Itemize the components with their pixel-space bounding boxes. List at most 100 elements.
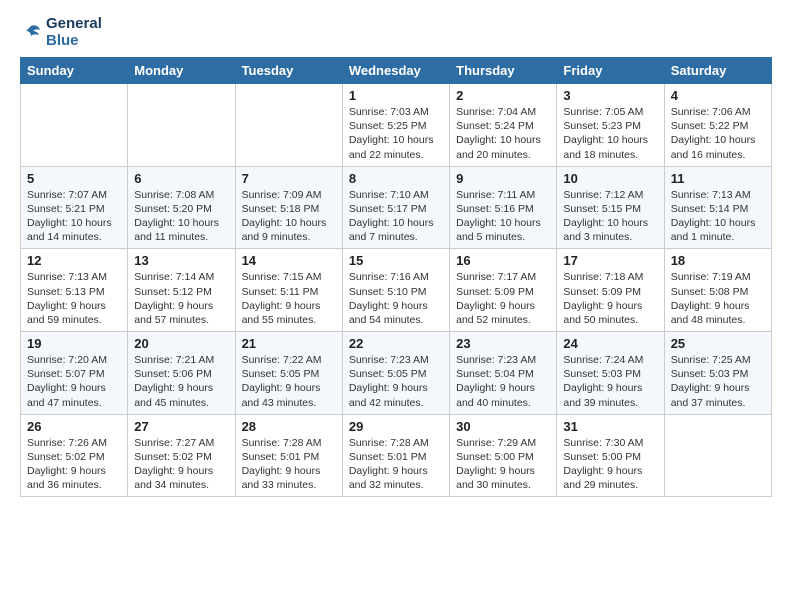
day-number: 3: [563, 88, 657, 103]
calendar-cell: 10 Sunrise: 7:12 AM Sunset: 5:15 PM Dayli…: [557, 166, 664, 249]
day-number: 26: [27, 419, 121, 434]
day-number: 1: [349, 88, 443, 103]
calendar-cell: 2 Sunrise: 7:04 AM Sunset: 5:24 PM Daylig…: [450, 84, 557, 167]
day-info: Sunrise: 7:16 AM Sunset: 5:10 PM Dayligh…: [349, 270, 443, 327]
page-header: General Blue: [20, 16, 772, 49]
calendar-cell: 28 Sunrise: 7:28 AM Sunset: 5:01 PM Dayli…: [235, 414, 342, 497]
calendar-cell: 20Sunrise: 7:21 AM Sunset: 5:06 PM Dayli…: [128, 332, 235, 415]
calendar-cell: [235, 84, 342, 167]
calendar-cell: 31Sunrise: 7:30 AM Sunset: 5:00 PM Dayli…: [557, 414, 664, 497]
calendar-cell: 14 Sunrise: 7:15 AM Sunset: 5:11 PM Dayli…: [235, 249, 342, 332]
day-number: 9: [456, 171, 550, 186]
calendar-cell: 8 Sunrise: 7:10 AM Sunset: 5:17 PM Daylig…: [342, 166, 449, 249]
calendar-week-4: 26 Sunrise: 7:26 AM Sunset: 5:02 PM Dayli…: [21, 414, 772, 497]
day-number: 2: [456, 88, 550, 103]
weekday-header-thursday: Thursday: [450, 58, 557, 84]
day-info: Sunrise: 7:15 AM Sunset: 5:11 PM Dayligh…: [242, 270, 336, 327]
calendar-cell: 13 Sunrise: 7:14 AM Sunset: 5:12 PM Dayli…: [128, 249, 235, 332]
weekday-header-friday: Friday: [557, 58, 664, 84]
day-number: 29: [349, 419, 443, 434]
calendar-cell: 25 Sunrise: 7:25 AM Sunset: 5:03 PM Dayli…: [664, 332, 771, 415]
day-info: Sunrise: 7:29 AM Sunset: 5:00 PM Dayligh…: [456, 436, 550, 493]
calendar-week-0: 1 Sunrise: 7:03 AM Sunset: 5:25 PM Daylig…: [21, 84, 772, 167]
weekday-header-saturday: Saturday: [664, 58, 771, 84]
day-info: Sunrise: 7:10 AM Sunset: 5:17 PM Dayligh…: [349, 188, 443, 245]
calendar-cell: 30 Sunrise: 7:29 AM Sunset: 5:00 PM Dayli…: [450, 414, 557, 497]
day-info: Sunrise: 7:13 AM Sunset: 5:14 PM Dayligh…: [671, 188, 765, 245]
calendar-cell: [128, 84, 235, 167]
day-number: 22: [349, 336, 443, 351]
day-info: Sunrise: 7:28 AM Sunset: 5:01 PM Dayligh…: [242, 436, 336, 493]
day-info: Sunrise: 7:26 AM Sunset: 5:02 PM Dayligh…: [27, 436, 121, 493]
day-info: Sunrise: 7:23 AM Sunset: 5:04 PM Dayligh…: [456, 353, 550, 410]
calendar-cell: 24Sunrise: 7:24 AM Sunset: 5:03 PM Dayli…: [557, 332, 664, 415]
day-info: Sunrise: 7:07 AM Sunset: 5:21 PM Dayligh…: [27, 188, 121, 245]
day-info: Sunrise: 7:17 AM Sunset: 5:09 PM Dayligh…: [456, 270, 550, 327]
calendar-week-3: 19Sunrise: 7:20 AM Sunset: 5:07 PM Dayli…: [21, 332, 772, 415]
weekday-header-wednesday: Wednesday: [342, 58, 449, 84]
day-info: Sunrise: 7:27 AM Sunset: 5:02 PM Dayligh…: [134, 436, 228, 493]
day-info: Sunrise: 7:09 AM Sunset: 5:18 PM Dayligh…: [242, 188, 336, 245]
calendar-cell: 9Sunrise: 7:11 AM Sunset: 5:16 PM Daylig…: [450, 166, 557, 249]
calendar-cell: 17 Sunrise: 7:18 AM Sunset: 5:09 PM Dayli…: [557, 249, 664, 332]
calendar-cell: 6 Sunrise: 7:08 AM Sunset: 5:20 PM Daylig…: [128, 166, 235, 249]
calendar-cell: [21, 84, 128, 167]
day-number: 10: [563, 171, 657, 186]
day-info: Sunrise: 7:03 AM Sunset: 5:25 PM Dayligh…: [349, 105, 443, 162]
calendar-cell: 23Sunrise: 7:23 AM Sunset: 5:04 PM Dayli…: [450, 332, 557, 415]
day-number: 14: [242, 253, 336, 268]
calendar-cell: 26 Sunrise: 7:26 AM Sunset: 5:02 PM Dayli…: [21, 414, 128, 497]
day-number: 8: [349, 171, 443, 186]
day-info: Sunrise: 7:20 AM Sunset: 5:07 PM Dayligh…: [27, 353, 121, 410]
day-number: 12: [27, 253, 121, 268]
calendar-cell: 27 Sunrise: 7:27 AM Sunset: 5:02 PM Dayli…: [128, 414, 235, 497]
day-info: Sunrise: 7:30 AM Sunset: 5:00 PM Dayligh…: [563, 436, 657, 493]
calendar-cell: 29 Sunrise: 7:28 AM Sunset: 5:01 PM Dayli…: [342, 414, 449, 497]
day-info: Sunrise: 7:08 AM Sunset: 5:20 PM Dayligh…: [134, 188, 228, 245]
day-info: Sunrise: 7:18 AM Sunset: 5:09 PM Dayligh…: [563, 270, 657, 327]
logo-text-general: General: [46, 16, 102, 33]
day-info: Sunrise: 7:13 AM Sunset: 5:13 PM Dayligh…: [27, 270, 121, 327]
logo-text-blue: Blue: [46, 33, 102, 50]
calendar-body: 1 Sunrise: 7:03 AM Sunset: 5:25 PM Daylig…: [21, 84, 772, 497]
day-number: 4: [671, 88, 765, 103]
day-info: Sunrise: 7:14 AM Sunset: 5:12 PM Dayligh…: [134, 270, 228, 327]
day-info: Sunrise: 7:22 AM Sunset: 5:05 PM Dayligh…: [242, 353, 336, 410]
day-info: Sunrise: 7:04 AM Sunset: 5:24 PM Dayligh…: [456, 105, 550, 162]
logo: General Blue: [20, 16, 102, 49]
weekday-header-tuesday: Tuesday: [235, 58, 342, 84]
day-number: 7: [242, 171, 336, 186]
calendar-week-1: 5 Sunrise: 7:07 AM Sunset: 5:21 PM Daylig…: [21, 166, 772, 249]
day-info: Sunrise: 7:23 AM Sunset: 5:05 PM Dayligh…: [349, 353, 443, 410]
calendar-cell: 5 Sunrise: 7:07 AM Sunset: 5:21 PM Daylig…: [21, 166, 128, 249]
calendar-cell: 12 Sunrise: 7:13 AM Sunset: 5:13 PM Dayli…: [21, 249, 128, 332]
day-number: 13: [134, 253, 228, 268]
day-number: 11: [671, 171, 765, 186]
day-info: Sunrise: 7:25 AM Sunset: 5:03 PM Dayligh…: [671, 353, 765, 410]
calendar-cell: 1 Sunrise: 7:03 AM Sunset: 5:25 PM Daylig…: [342, 84, 449, 167]
day-info: Sunrise: 7:05 AM Sunset: 5:23 PM Dayligh…: [563, 105, 657, 162]
day-number: 5: [27, 171, 121, 186]
calendar-cell: 22 Sunrise: 7:23 AM Sunset: 5:05 PM Dayli…: [342, 332, 449, 415]
calendar-table: SundayMondayTuesdayWednesdayThursdayFrid…: [20, 57, 772, 497]
calendar-header: SundayMondayTuesdayWednesdayThursdayFrid…: [21, 58, 772, 84]
day-number: 20: [134, 336, 228, 351]
day-number: 25: [671, 336, 765, 351]
day-number: 27: [134, 419, 228, 434]
day-number: 17: [563, 253, 657, 268]
day-info: Sunrise: 7:06 AM Sunset: 5:22 PM Dayligh…: [671, 105, 765, 162]
day-number: 16: [456, 253, 550, 268]
day-info: Sunrise: 7:28 AM Sunset: 5:01 PM Dayligh…: [349, 436, 443, 493]
day-number: 6: [134, 171, 228, 186]
day-info: Sunrise: 7:12 AM Sunset: 5:15 PM Dayligh…: [563, 188, 657, 245]
day-number: 21: [242, 336, 336, 351]
calendar-week-2: 12 Sunrise: 7:13 AM Sunset: 5:13 PM Dayli…: [21, 249, 772, 332]
calendar-cell: 16 Sunrise: 7:17 AM Sunset: 5:09 PM Dayli…: [450, 249, 557, 332]
day-number: 24: [563, 336, 657, 351]
weekday-header-row: SundayMondayTuesdayWednesdayThursdayFrid…: [21, 58, 772, 84]
day-number: 28: [242, 419, 336, 434]
day-number: 30: [456, 419, 550, 434]
calendar-cell: 3 Sunrise: 7:05 AM Sunset: 5:23 PM Daylig…: [557, 84, 664, 167]
day-number: 15: [349, 253, 443, 268]
weekday-header-monday: Monday: [128, 58, 235, 84]
